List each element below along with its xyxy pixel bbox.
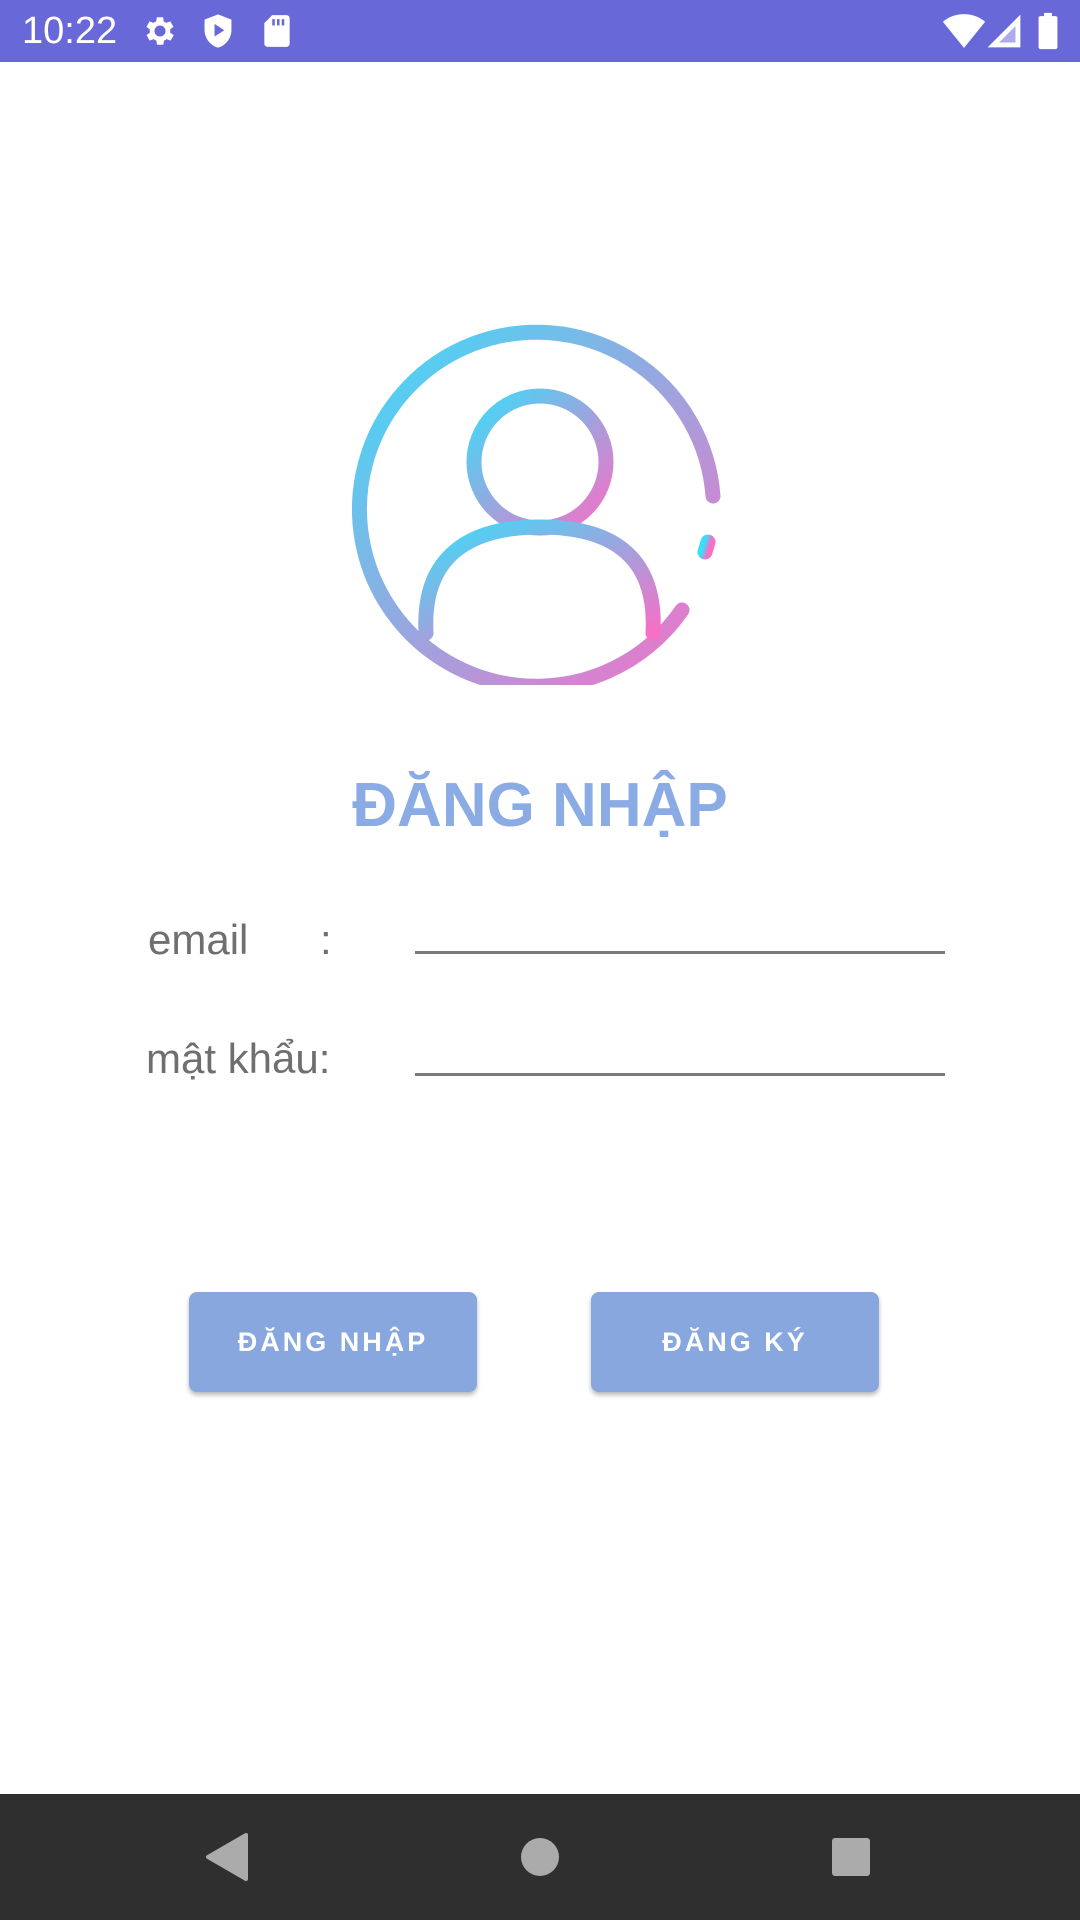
email-field[interactable]	[415, 894, 945, 954]
back-icon[interactable]	[193, 1824, 259, 1890]
register-button[interactable]: ĐĂNG KÝ	[591, 1292, 879, 1392]
battery-icon	[1037, 12, 1059, 50]
navigation-bar	[0, 1794, 1080, 1920]
sd-card-icon	[258, 12, 296, 50]
gear-icon	[141, 12, 179, 50]
email-label: email	[148, 916, 249, 963]
page-title: ĐĂNG NHẬP	[352, 771, 728, 840]
login-screen: 10:22 ĐĂNG NHẬP email: mật khẩu: ĐĂNG N…	[0, 0, 1080, 1920]
home-icon[interactable]	[507, 1824, 573, 1890]
status-time: 10:22	[22, 10, 118, 52]
email-colon: :	[320, 916, 332, 963]
status-bar: 10:22	[0, 0, 1080, 62]
password-field[interactable]	[415, 1016, 945, 1076]
shield-play-icon	[199, 12, 237, 50]
wifi-icon	[942, 12, 986, 50]
recents-icon[interactable]	[818, 1824, 884, 1890]
login-button[interactable]: ĐĂNG NHẬP	[189, 1292, 477, 1392]
password-label: mật khẩu:	[146, 1035, 331, 1082]
user-circle-icon	[352, 310, 727, 694]
cell-signal-icon	[986, 12, 1024, 50]
